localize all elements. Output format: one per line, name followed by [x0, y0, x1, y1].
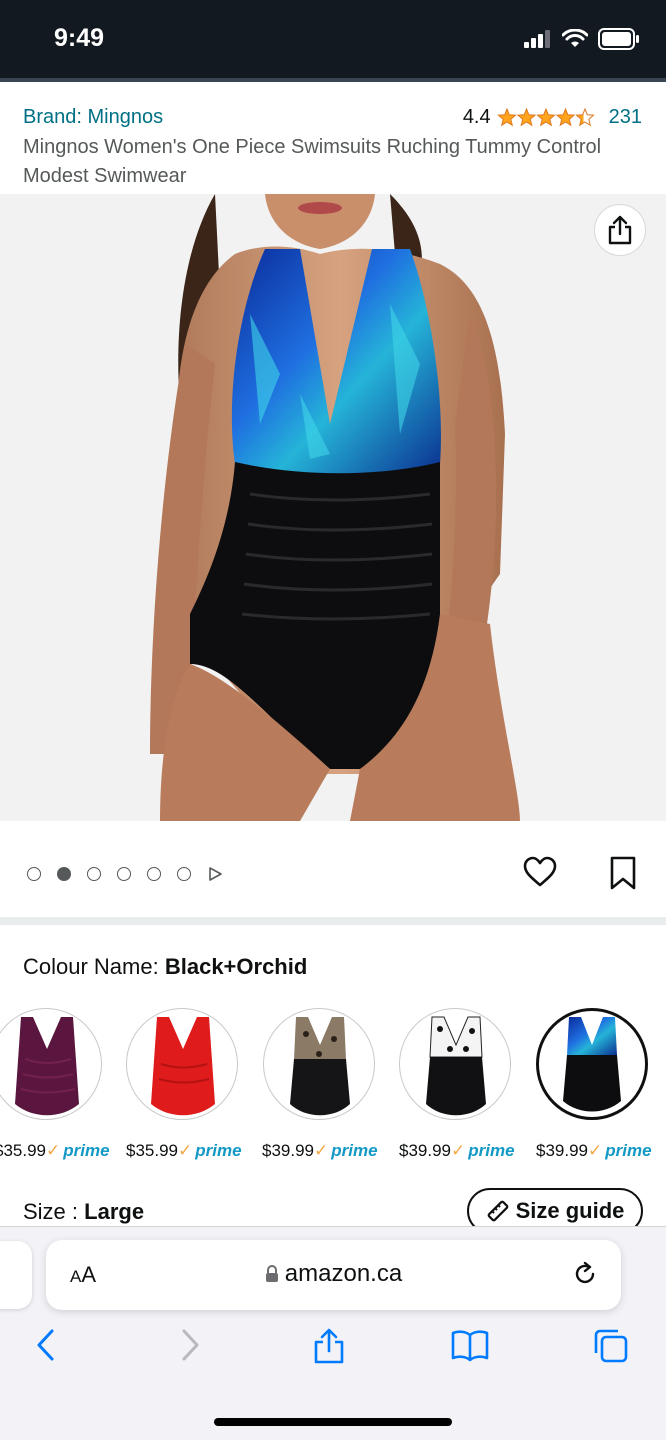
swimsuit-thumbnail — [15, 1017, 79, 1116]
brand-link[interactable]: Brand: Mingnos — [23, 106, 163, 129]
colour-selected-value: Black+Orchid — [164, 954, 308, 979]
pagination-dot[interactable] — [57, 867, 71, 881]
section-divider — [0, 917, 666, 925]
swimsuit-thumbnail — [151, 1017, 215, 1116]
size-selected-value: Large — [84, 1199, 145, 1224]
swatch-price: $35.99✓prime — [126, 1141, 242, 1160]
ruler-icon — [487, 1200, 508, 1222]
swatch-price: $39.99✓ prime — [262, 1141, 378, 1160]
tabs-icon[interactable] — [592, 1327, 630, 1365]
lock-icon — [265, 1265, 278, 1282]
product-header: Brand: Mingnos 4.4 231 Mingnos Women's O… — [0, 82, 666, 194]
video-play-icon[interactable] — [207, 866, 223, 882]
swatch-price: $39.99✓ prime — [536, 1141, 652, 1160]
swimsuit-thumbnail — [290, 1017, 350, 1116]
star — [555, 107, 575, 126]
wifi-icon — [562, 29, 588, 47]
url-text: amazon.ca — [46, 1260, 621, 1288]
status-time: 9:49 — [54, 24, 105, 52]
pagination-dot[interactable] — [117, 867, 131, 881]
product-image[interactable] — [0, 194, 666, 821]
heart-icon[interactable] — [522, 856, 558, 888]
swimsuit-thumbnail — [563, 1017, 621, 1112]
status-bar: 9:49 — [0, 0, 666, 78]
colour-label-text: Colour Name: — [23, 954, 165, 979]
star — [496, 107, 517, 126]
back-icon[interactable] — [34, 1327, 58, 1363]
share-button[interactable] — [594, 204, 646, 256]
url-domain: amazon.ca — [284, 1260, 403, 1287]
size-label: Size : Large — [23, 1199, 144, 1225]
size-label-text: Size : — [23, 1199, 85, 1224]
pagination-dot[interactable] — [147, 867, 161, 881]
previous-tab-preview[interactable] — [0, 1241, 32, 1309]
rating-value: 4.4 — [462, 106, 491, 128]
colour-name-label: Colour Name: Black+Orchid — [23, 954, 307, 980]
colour-swatches: $35.99✓prime $35.99✓prime $39.99✓prime $… — [0, 1008, 666, 1178]
pagination-dot[interactable] — [177, 867, 191, 881]
battery-icon — [598, 28, 639, 50]
swatch-price: $35.99✓prime — [0, 1141, 110, 1160]
rating-summary[interactable]: 4.4 231 — [463, 106, 642, 129]
gallery-controls — [0, 821, 666, 917]
browser-toolbar — [0, 1327, 666, 1377]
size-guide-label: Size guide — [515, 1198, 625, 1223]
star-rating-icon — [496, 107, 595, 126]
swatch-leopard[interactable] — [263, 1008, 375, 1120]
pagination-dot[interactable] — [87, 867, 101, 881]
review-count[interactable]: 231 — [609, 106, 642, 129]
star — [516, 107, 536, 126]
share-icon — [608, 215, 632, 245]
forward-icon[interactable] — [178, 1327, 202, 1363]
pagination-dot[interactable] — [27, 867, 41, 881]
address-bar[interactable]: AA amazon.ca — [46, 1240, 621, 1310]
swatch-polka-dot[interactable] — [399, 1008, 511, 1120]
star — [574, 107, 595, 126]
gallery-pagination[interactable] — [27, 866, 223, 882]
swatch-red[interactable] — [126, 1008, 238, 1120]
star — [535, 107, 556, 126]
reload-icon[interactable] — [571, 1260, 599, 1288]
bookmark-icon[interactable] — [608, 855, 638, 891]
browser-chrome: AA amazon.ca — [0, 1226, 666, 1440]
cellular-signal-icon — [524, 30, 550, 48]
swimsuit-thumbnail — [426, 1016, 486, 1116]
status-icons — [524, 28, 640, 50]
home-indicator — [214, 1418, 452, 1426]
product-title: Mingnos Women's One Piece Swimsuits Ruch… — [23, 136, 602, 187]
swatch-purple[interactable] — [0, 1008, 102, 1120]
product-photo — [150, 194, 520, 821]
swatch-black-orchid[interactable] — [536, 1008, 648, 1120]
share-icon[interactable] — [312, 1327, 346, 1365]
swatch-price: $39.99✓ prime — [399, 1141, 515, 1160]
bookmarks-icon[interactable] — [450, 1327, 490, 1363]
